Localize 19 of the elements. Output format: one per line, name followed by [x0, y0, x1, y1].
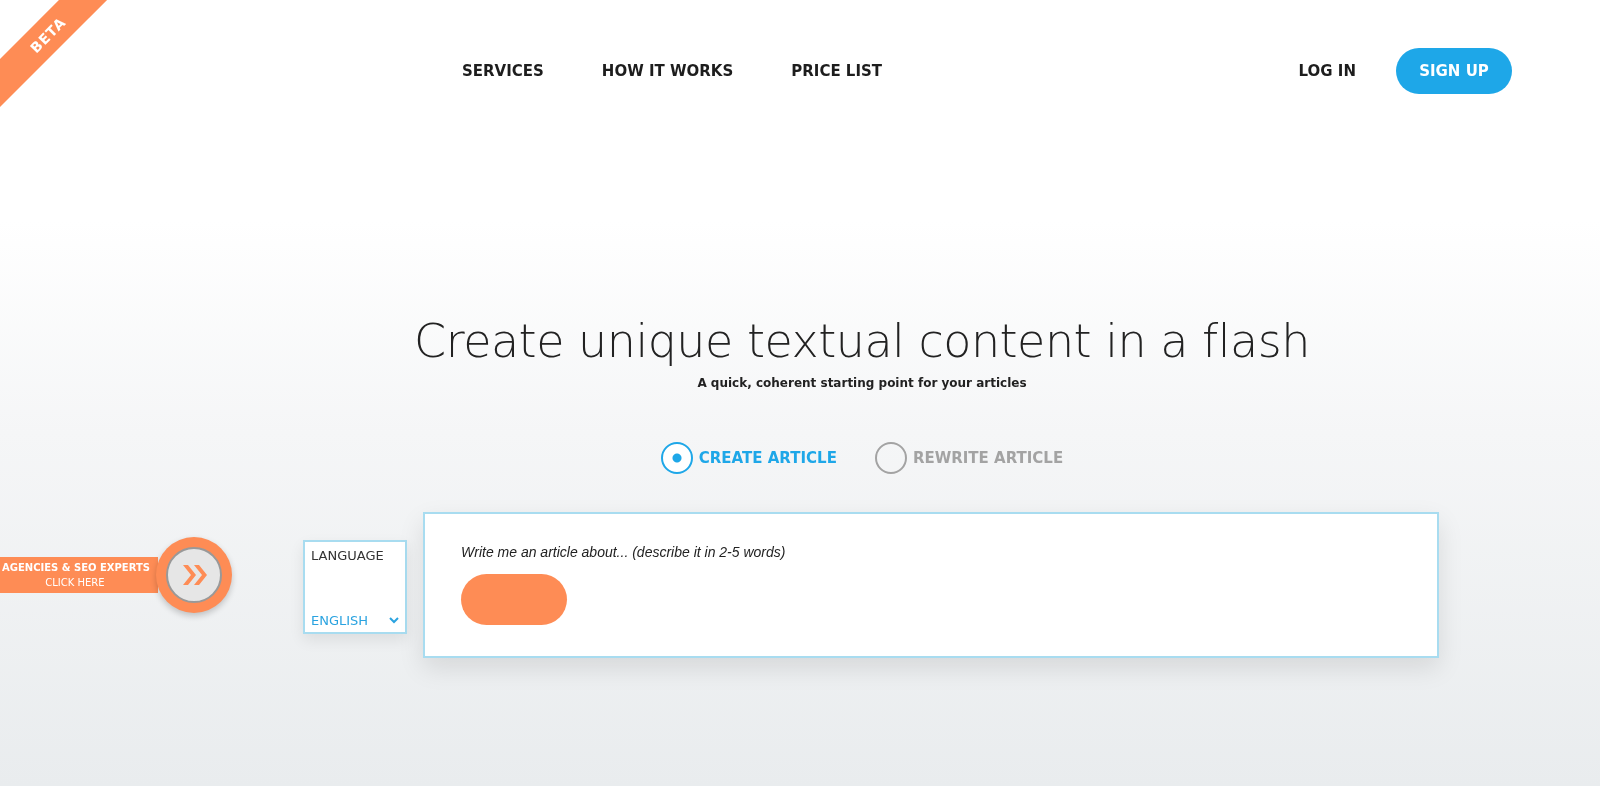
mode-label: REWRITE ARTICLE [912, 449, 1064, 467]
agency-text: CLICK HERE [45, 576, 105, 590]
agency-text: AGENCIES & SEO EXPERTS [1, 561, 150, 575]
radio-circle[interactable] [874, 442, 907, 474]
language-select[interactable]: LANGUAGE ENGLISH [303, 540, 407, 634]
topic-input[interactable]: Write me an article about... (describe it in 2-5 words) [461, 544, 1061, 560]
hero-title: Create unique textual content in a flash [414, 314, 1310, 368]
nav-link[interactable]: PRICE LIST [791, 62, 883, 80]
language-label: LANGUAGE [311, 548, 385, 563]
chevron-down-icon [389, 617, 399, 624]
mode-label: CREATE ARTICLE [698, 449, 837, 467]
submit-button[interactable] [461, 574, 567, 625]
nav-link[interactable]: SERVICES [462, 62, 544, 80]
radio-circle[interactable] [660, 442, 693, 474]
language-value: ENGLISH [311, 613, 369, 628]
login-link[interactable]: LOG IN [1298, 62, 1356, 80]
nav-link[interactable]: HOW IT WORKS [601, 62, 734, 80]
hero-subtitle: A quick, coherent starting point for your articles [697, 376, 1027, 390]
double-chevron-icon [164, 546, 223, 604]
